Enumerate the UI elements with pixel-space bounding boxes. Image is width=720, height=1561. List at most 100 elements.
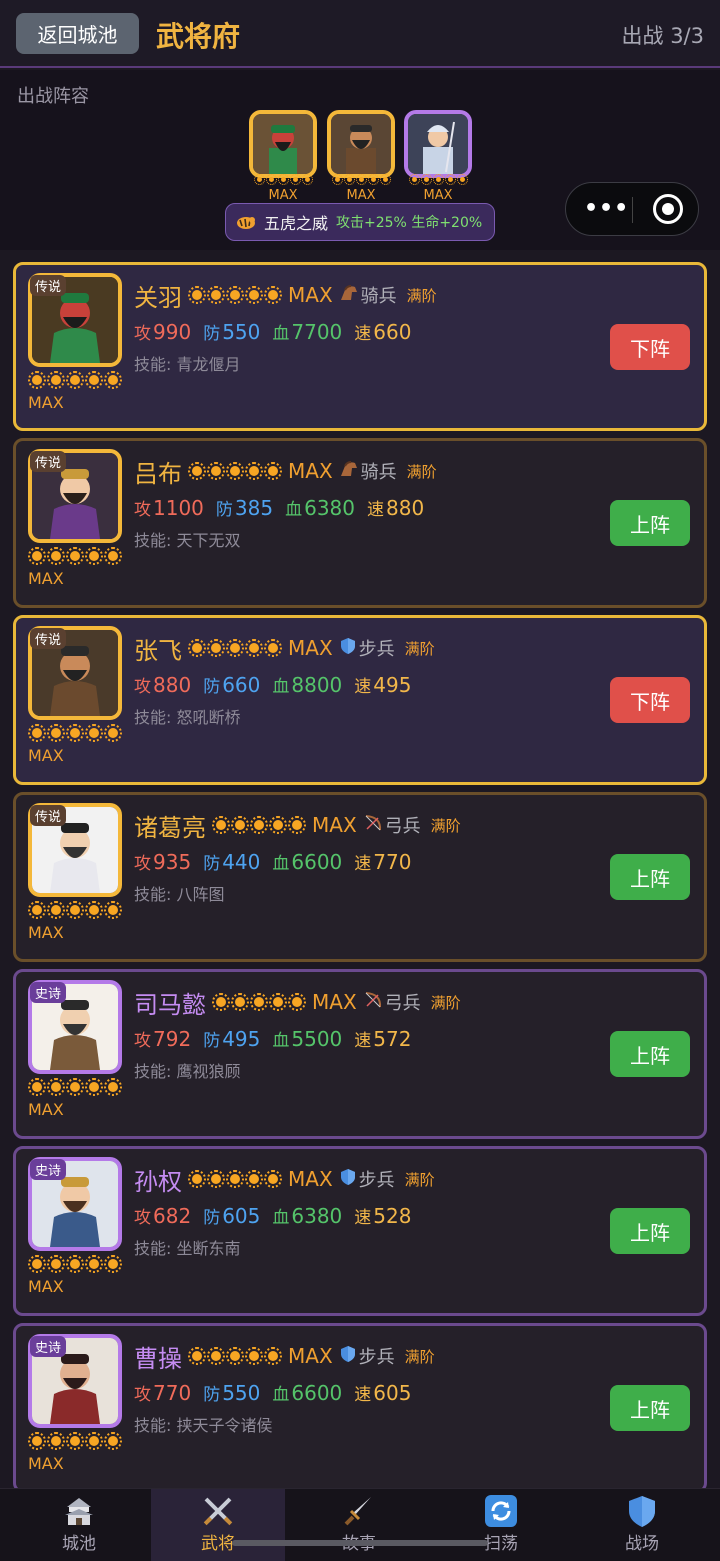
tab-story[interactable]: 故事 — [292, 1489, 426, 1561]
deploy-button[interactable]: 上阵 — [610, 1208, 690, 1254]
general-name-row: 吕布 MAX 骑兵 满阶 — [134, 453, 437, 489]
general-card[interactable]: 史诗 MAX 曹操 MAX 步兵 满阶攻 770 防 550 血 6600 速 605 技能: 挟天子令诸… — [13, 1323, 707, 1493]
deploy-button[interactable]: 上阵 — [610, 500, 690, 546]
star-icon — [367, 174, 379, 185]
skill-text: 技能: 天下无双 — [134, 531, 241, 550]
bottom-tab-bar: 城池 武将 故事 — [0, 1488, 720, 1561]
speed-label: 速 — [367, 500, 384, 520]
general-card[interactable]: 史诗 MAX 司马懿 MAX 弓兵 满阶攻 792 防 495 血 5500 速 572 技能: 鹰视狼顾… — [13, 969, 707, 1139]
defense-label: 防 — [203, 854, 221, 874]
star-icon — [226, 639, 244, 657]
stats-row: 攻 792 防 495 血 5500 速 572 — [134, 1026, 423, 1051]
star-icon — [104, 724, 122, 742]
rarity-badge: 传说 — [30, 275, 67, 296]
tab-generals[interactable]: 武将 — [151, 1489, 285, 1561]
attack-label: 攻 — [134, 324, 151, 344]
star-icon — [188, 1347, 206, 1365]
star-icon — [104, 1255, 122, 1273]
star-icon — [301, 174, 313, 185]
general-name: 张飞 — [134, 636, 182, 665]
attack-value: 935 — [153, 850, 192, 874]
star-icon — [28, 724, 46, 742]
full-rank-label: 满阶 — [406, 286, 437, 305]
general-name-row: 诸葛亮 MAX 弓兵 满阶 — [134, 807, 461, 843]
lineup-slot-2[interactable] — [327, 110, 395, 178]
troop-type: 弓兵 — [363, 812, 421, 838]
star-icon — [269, 816, 287, 834]
general-name: 诸葛亮 — [134, 813, 206, 842]
defense-value: 550 — [222, 320, 261, 344]
star-icon — [355, 174, 367, 185]
bow-icon — [365, 815, 381, 831]
general-card[interactable]: 传说 MAX 关羽 MAX 骑兵 满阶攻 990 防 550 血 7700 速 660 技能: 青龙偃月 下… — [13, 262, 707, 431]
tab-battlefield[interactable]: 战场 — [575, 1489, 709, 1561]
shield-icon — [340, 1169, 355, 1185]
home-indicator — [232, 1540, 488, 1546]
max-level-label: MAX — [28, 1100, 64, 1119]
attack-label: 攻 — [134, 677, 151, 697]
star-icon — [188, 1170, 206, 1188]
speed-label: 速 — [354, 1031, 372, 1051]
deploy-button[interactable]: 上阵 — [610, 854, 690, 900]
star-icon — [207, 1347, 225, 1365]
star-icon — [47, 1255, 65, 1273]
star-icon — [47, 1432, 65, 1450]
general-card[interactable]: 传说 MAX 张飞 MAX 步兵 满阶攻 880 防 660 血 8800 速 495 技能: 怒吼断桥 下… — [13, 615, 707, 785]
rarity-badge: 传说 — [30, 805, 67, 826]
star-icon — [226, 462, 244, 480]
deploy-count: 出战 3/3 — [621, 24, 704, 48]
capsule-divider — [632, 197, 633, 223]
star-rating — [28, 547, 122, 565]
deploy-button[interactable]: 上阵 — [610, 1031, 690, 1077]
star-icon — [104, 1432, 122, 1450]
defense-value: 385 — [234, 496, 274, 520]
skill-text: 技能: 八阵图 — [134, 885, 225, 904]
star-icon — [277, 174, 289, 185]
general-card[interactable]: 史诗 MAX 孙权 MAX 步兵 满阶攻 682 防 605 血 6380 速 528 技能: 坐断东南 上… — [13, 1146, 707, 1316]
undeploy-button[interactable]: 下阵 — [610, 324, 690, 370]
shield-icon — [629, 1496, 655, 1527]
general-card[interactable]: 传说 MAX 吕布 MAX 骑兵 满阶攻 1100 防 385 血 6380 速 880 技能: 天下无双… — [13, 438, 707, 608]
max-level-label: MAX — [28, 1277, 64, 1296]
bond-badge[interactable]: 五虎之威 攻击+25% 生命+20% — [225, 203, 495, 241]
star-icon — [66, 1078, 84, 1096]
hp-value: 8800 — [291, 673, 343, 697]
slot-3-max: MAX — [423, 188, 453, 203]
more-menu-icon[interactable]: ••• — [584, 196, 629, 221]
general-name-row: 司马懿 MAX 弓兵 满阶 — [134, 984, 461, 1020]
tab-sweep[interactable]: 扫荡 — [434, 1489, 568, 1561]
stats-row: 攻 990 防 550 血 7700 速 660 — [134, 319, 423, 344]
full-rank-label: 满阶 — [404, 639, 435, 658]
star-icon — [331, 174, 343, 185]
tab-city-label: 城池 — [62, 1534, 96, 1554]
hp-label: 血 — [272, 1208, 290, 1228]
name-max-label: MAX — [288, 636, 333, 660]
lineup-slot-3[interactable] — [404, 110, 472, 178]
max-level-label: MAX — [28, 923, 64, 942]
hp-value: 6600 — [291, 1381, 343, 1405]
star-icon — [264, 1347, 282, 1365]
defense-label: 防 — [203, 324, 221, 344]
general-name: 孙权 — [134, 1167, 182, 1196]
lineup-slot-1[interactable] — [249, 110, 317, 178]
star-icon — [66, 901, 84, 919]
star-icon — [28, 1078, 46, 1096]
guan-yu-portrait-icon — [253, 114, 313, 174]
skill-text: 技能: 怒吼断桥 — [134, 708, 241, 727]
skill-text: 技能: 鹰视狼顾 — [134, 1062, 241, 1081]
mini-program-capsule: ••• — [565, 182, 699, 236]
star-icon — [207, 286, 225, 304]
undeploy-button[interactable]: 下阵 — [610, 677, 690, 723]
deploy-button[interactable]: 上阵 — [610, 1385, 690, 1431]
general-name: 司马懿 — [134, 990, 206, 1019]
close-target-icon[interactable] — [653, 194, 683, 224]
header: 返回城池 武将府 出战 3/3 — [0, 0, 720, 68]
star-icon — [379, 174, 391, 185]
general-card[interactable]: 传说 MAX 诸葛亮 MAX 弓兵 满阶攻 935 防 440 血 6600 速 770 技能: 八阵图 上… — [13, 792, 707, 962]
defense-label: 防 — [203, 1385, 221, 1405]
tab-city[interactable]: 城池 — [12, 1489, 146, 1561]
star-icon — [66, 547, 84, 565]
star-icon — [212, 993, 230, 1011]
star-icon — [207, 462, 225, 480]
back-to-city-button[interactable]: 返回城池 — [16, 13, 139, 54]
